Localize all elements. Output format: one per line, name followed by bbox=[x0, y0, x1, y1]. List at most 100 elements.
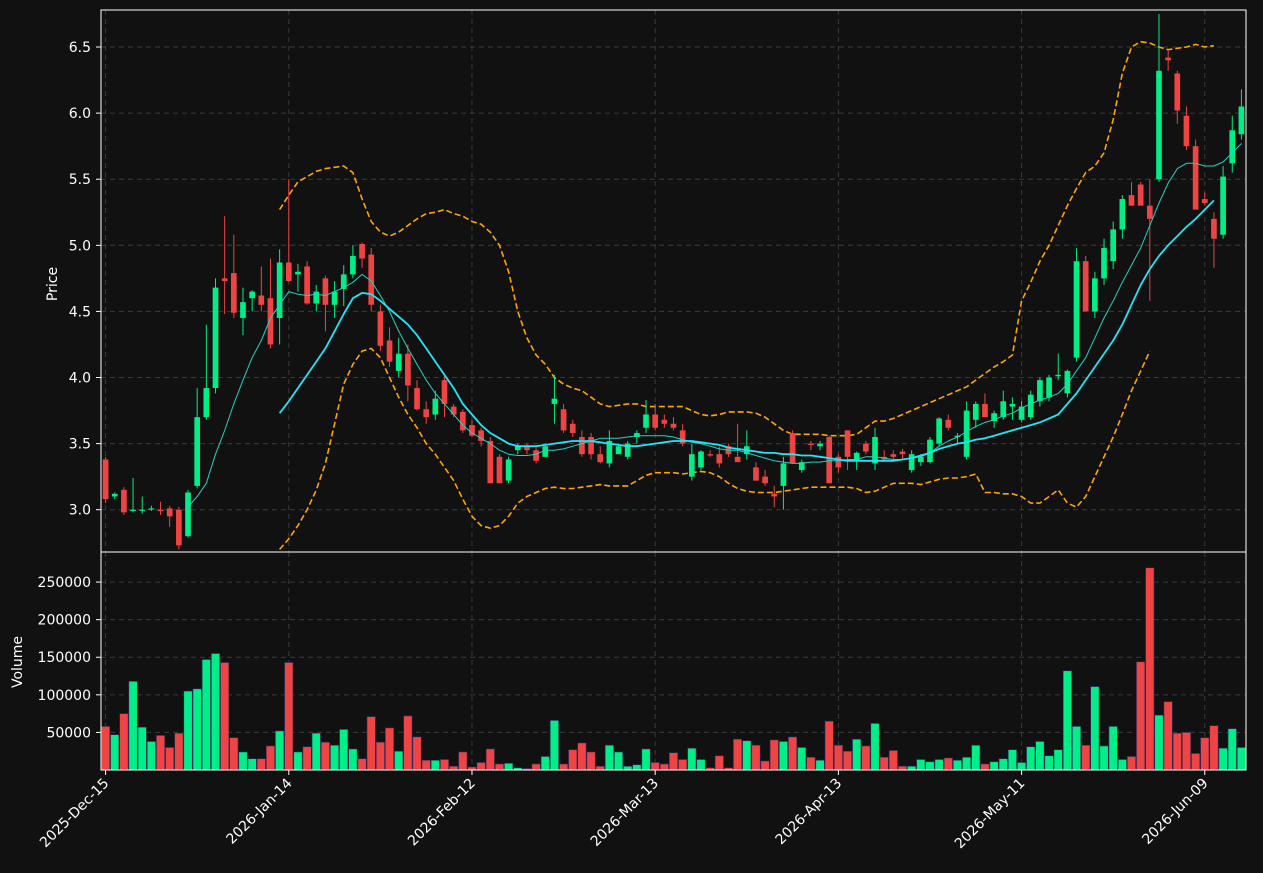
candle-body bbox=[1073, 261, 1080, 358]
volume-bar bbox=[330, 744, 340, 771]
volume-tick-label: 200000 bbox=[38, 613, 91, 629]
candle-body bbox=[780, 463, 787, 486]
volume-bar bbox=[577, 742, 587, 771]
candle-body bbox=[1064, 370, 1071, 394]
volume-bar bbox=[284, 662, 294, 771]
candle-body bbox=[1082, 261, 1089, 312]
volume-bar bbox=[907, 765, 917, 771]
volume-bar bbox=[1163, 701, 1173, 771]
candle-body bbox=[1128, 195, 1135, 206]
volume-bar bbox=[971, 744, 981, 771]
volume-bar bbox=[1191, 753, 1201, 771]
candle-body bbox=[762, 476, 768, 484]
candle-body bbox=[1211, 218, 1217, 239]
volume-tick-label: 250000 bbox=[38, 575, 91, 591]
candle-body bbox=[304, 266, 310, 304]
volume-bar bbox=[897, 765, 908, 771]
volume-bar bbox=[852, 738, 862, 771]
volume-bar bbox=[998, 758, 1008, 771]
candle-body bbox=[166, 508, 173, 517]
volume-bar bbox=[604, 744, 614, 771]
volume-bar bbox=[1154, 714, 1164, 771]
candle-body bbox=[322, 278, 329, 305]
volume-bar bbox=[549, 720, 559, 771]
volume-bar bbox=[357, 758, 367, 771]
candle-body bbox=[459, 411, 466, 431]
candle-body bbox=[230, 273, 237, 313]
candle-body bbox=[1027, 394, 1034, 418]
volume-bar bbox=[146, 741, 156, 771]
volume-bar bbox=[797, 747, 807, 771]
candle-body bbox=[936, 418, 942, 444]
candle-body bbox=[652, 414, 659, 428]
candle-body bbox=[1037, 380, 1043, 402]
volume-bar bbox=[623, 765, 633, 771]
candle-body bbox=[615, 446, 622, 455]
candle-body bbox=[121, 489, 127, 513]
volume-bar bbox=[183, 690, 193, 771]
volume-bar bbox=[843, 750, 853, 771]
candle-body bbox=[1146, 205, 1153, 219]
volume-bar bbox=[595, 765, 605, 771]
candle-body bbox=[285, 262, 292, 281]
volume-bar bbox=[568, 749, 578, 771]
candle-body bbox=[386, 340, 393, 362]
volume-bar bbox=[659, 763, 669, 771]
volume-bar bbox=[614, 751, 624, 771]
candle-body bbox=[1137, 184, 1144, 206]
volume-bar bbox=[714, 755, 724, 771]
volume-bar bbox=[439, 759, 450, 771]
candle-body bbox=[1092, 278, 1098, 312]
volume-bar bbox=[1099, 745, 1109, 771]
volume-bar bbox=[494, 763, 504, 771]
volume-bar bbox=[201, 659, 211, 771]
volume-tick-label: 100000 bbox=[38, 688, 91, 704]
candle-body bbox=[249, 291, 255, 299]
volume-bar bbox=[311, 732, 321, 771]
candle-body bbox=[817, 443, 823, 447]
volume-tick-label: 50000 bbox=[46, 725, 91, 741]
volume-bar bbox=[265, 745, 275, 771]
price-tick-label: 3.5 bbox=[69, 437, 91, 453]
volume-bar bbox=[128, 680, 138, 771]
volume-bar bbox=[788, 736, 798, 771]
volume-axis-label: Volume bbox=[10, 636, 26, 688]
volume-bar bbox=[1209, 725, 1219, 771]
candle-body bbox=[359, 243, 365, 259]
candle-body bbox=[716, 454, 723, 464]
volume-bar bbox=[485, 748, 495, 771]
candle-body bbox=[698, 451, 704, 468]
candle-body bbox=[313, 291, 320, 304]
volume-bar bbox=[586, 751, 596, 771]
volume-bar bbox=[412, 736, 422, 771]
volume-bar bbox=[1108, 726, 1118, 771]
candle-body bbox=[1156, 70, 1162, 180]
volume-bar bbox=[1236, 747, 1246, 771]
volume-bar bbox=[870, 723, 880, 771]
candle-body bbox=[1192, 146, 1199, 210]
candle-body bbox=[1183, 115, 1190, 147]
candle-body bbox=[450, 406, 457, 415]
volume-bar bbox=[751, 744, 761, 771]
candle-body bbox=[1101, 247, 1107, 279]
candle-body bbox=[203, 388, 210, 418]
volume-bar bbox=[504, 762, 514, 771]
candle-body bbox=[176, 509, 182, 546]
volume-bar bbox=[275, 730, 285, 771]
volume-bar bbox=[174, 732, 184, 771]
candle-body bbox=[789, 433, 796, 464]
candle-body bbox=[533, 450, 539, 461]
candle-body bbox=[826, 436, 833, 484]
price-tick-label: 6.0 bbox=[69, 106, 91, 122]
volume-bar bbox=[678, 759, 688, 771]
volume-bar bbox=[403, 715, 413, 771]
price-tick-label: 4.5 bbox=[69, 304, 91, 320]
volume-bar bbox=[293, 751, 303, 771]
volume-bar bbox=[888, 750, 898, 771]
candle-body bbox=[212, 287, 219, 389]
candle-body bbox=[350, 255, 356, 275]
volume-bar bbox=[320, 741, 330, 771]
candlestick-chart: 2025-Dec-15 2026-Jan-14 2026-Feb-12 2026-Ma… bbox=[0, 0, 1263, 873]
candle-body bbox=[1110, 229, 1117, 262]
price-axis-label: Price bbox=[45, 267, 61, 301]
